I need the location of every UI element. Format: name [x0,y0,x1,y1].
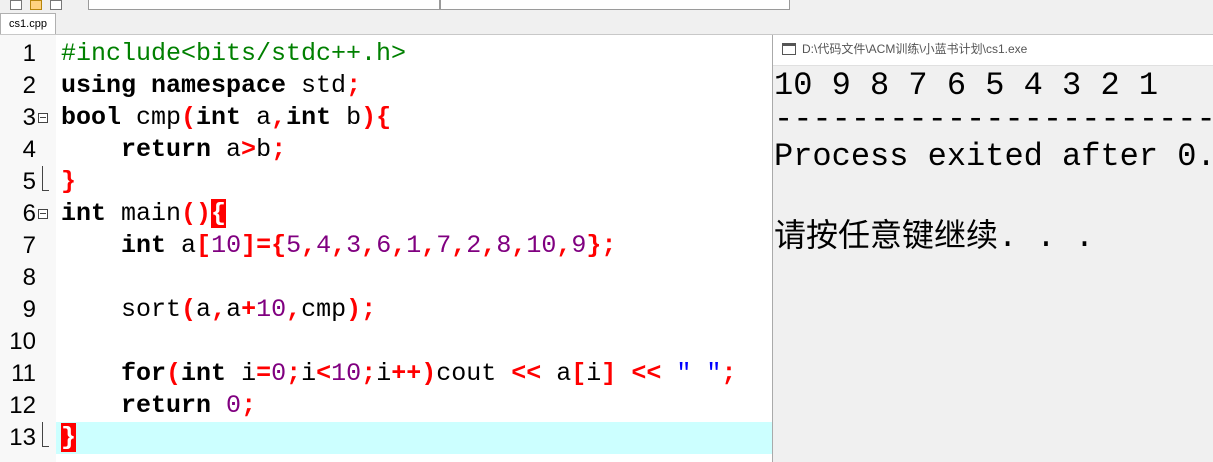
code-line[interactable]: 1 #include<bits/stdc++.h> [0,38,772,70]
fold-end-icon [42,166,49,191]
console-title: D:\代码文件\ACM训练\小蓝书计划\cs1.exe [802,42,1028,56]
fold-end-icon [42,422,49,447]
code-text: using namespace std; [61,71,362,100]
console-title-bar[interactable]: D:\代码文件\ACM训练\小蓝书计划\cs1.exe [773,35,1213,66]
code-line-active[interactable]: 13 } [0,422,772,454]
code-text: return 0; [121,391,257,420]
code-line[interactable]: 10 [0,326,772,358]
code-text: int main(){ [61,199,227,228]
line-number: 8 [22,264,36,291]
toolbar-combo-right[interactable] [440,0,790,10]
code-line[interactable]: 3 bool cmp(int a,int b){ [0,102,772,134]
line-number: 3 [22,104,36,131]
code-text: #include<bits/stdc++.h> [61,39,407,68]
line-number: 1 [22,40,36,67]
tab-bar: cs1.cpp [0,12,1213,35]
line-number: 4 [22,136,36,163]
tab-cs1-cpp[interactable]: cs1.cpp [0,13,56,34]
save-icon[interactable] [50,0,62,10]
console-prompt: 请按任意键继续. . . [774,219,1095,256]
toolbar-combo-left[interactable] [88,0,440,10]
code-line[interactable]: 6 int main(){ [0,198,772,230]
matched-brace: { [211,199,227,228]
code-text: sort(a,a+10,cmp); [61,295,377,324]
console-app-icon [782,43,796,55]
code-text: } [61,167,77,196]
fold-collapse-icon[interactable] [38,209,48,219]
code-text: return a>b; [121,135,287,164]
open-folder-icon[interactable] [30,0,42,10]
code-line[interactable]: 7 int a[10]={5,4,3,6,1,7,2,8,10,9}; [0,230,772,262]
line-number: 5 [22,168,36,195]
code-line[interactable]: 8 [0,262,772,294]
console-exit-text: Process exited after 0.5076 seconds with… [774,138,1213,175]
line-number: 6 [22,200,36,227]
console-body[interactable]: 10 9 8 7 6 5 4 3 2 1 -------------------… [773,66,1213,462]
line-number: 12 [9,392,36,419]
line-number: 2 [22,72,36,99]
code-line[interactable]: 4 return a>b; [0,134,772,166]
toolbar [0,0,1213,12]
line-number: 9 [22,296,36,323]
line-number: 13 [9,424,36,451]
new-file-icon[interactable] [10,0,22,10]
fold-collapse-icon[interactable] [38,113,48,123]
code-line[interactable]: 5 } [0,166,772,198]
line-number: 7 [22,232,36,259]
code-text: for(int i=0;i<10;i++)cout << a[i] << " "… [121,359,737,388]
line-number: 11 [11,360,36,387]
code-text: bool cmp(int a,int b){ [61,103,392,132]
code-text: } [61,422,77,454]
line-number: 10 [9,328,36,355]
matched-brace: } [61,423,77,452]
code-line[interactable]: 11 for(int i=0;i<10;i++)cout << a[i] << … [0,358,772,390]
code-line[interactable]: 9 sort(a,a+10,cmp); [0,294,772,326]
code-line[interactable]: 2 using namespace std; [0,70,772,102]
console-separator: -------------------------------- [774,101,1213,138]
code-text: int a[10]={5,4,3,6,1,7,2,8,10,9}; [121,231,617,260]
console-output: 10 9 8 7 6 5 4 3 2 1 [774,67,1159,104]
console-window[interactable]: D:\代码文件\ACM训练\小蓝书计划\cs1.exe 10 9 8 7 6 5… [772,35,1213,462]
code-editor[interactable]: 1 #include<bits/stdc++.h> 2 using namesp… [0,35,772,462]
code-line[interactable]: 12 return 0; [0,390,772,422]
